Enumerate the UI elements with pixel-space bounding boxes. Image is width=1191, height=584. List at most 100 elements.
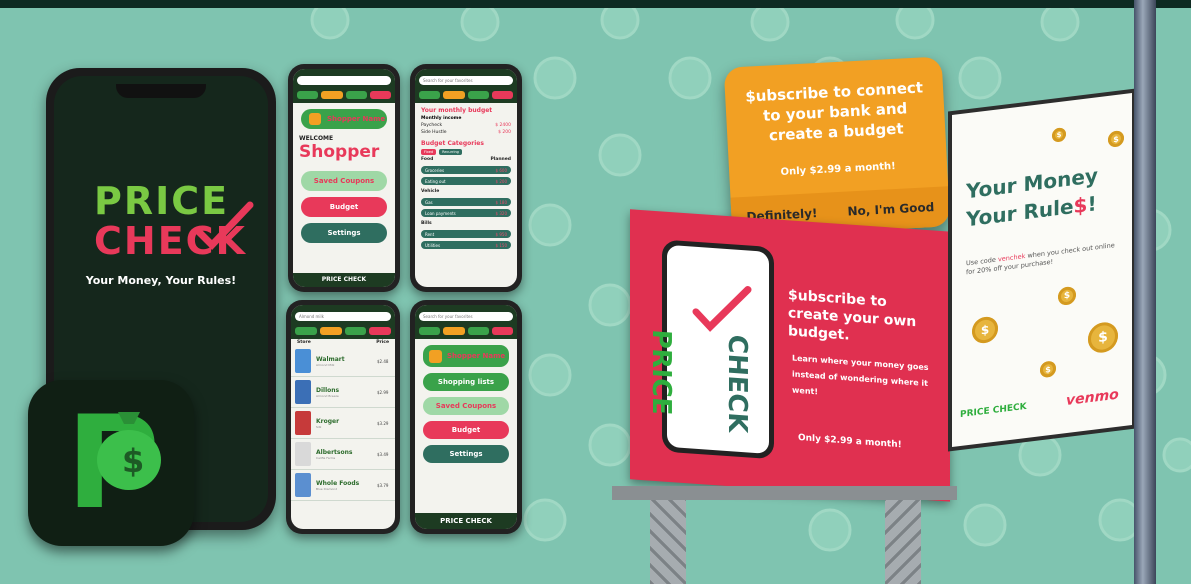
store-price: $3.49: [377, 451, 389, 457]
tab-budget[interactable]: [319, 327, 342, 335]
phone-notch: [116, 84, 206, 98]
shopper-card[interactable]: Shopper Name: [423, 345, 509, 367]
tab-budget[interactable]: [443, 327, 465, 335]
table-row[interactable]: Whole Foods Blue Diamond $3.79: [291, 470, 395, 501]
saved-coupons-button[interactable]: Saved Coupons: [301, 171, 387, 191]
table-row[interactable]: Walmart Almond Milk $2.48: [291, 346, 395, 377]
product-name: Silk: [316, 424, 322, 429]
vehicle-label: Vehicle: [421, 189, 440, 194]
food-header: Food Planned: [415, 156, 517, 163]
tab-check[interactable]: [345, 91, 367, 99]
budget-category[interactable]: Eating out $ 200: [421, 177, 511, 185]
categories-title: Budget Categories: [421, 140, 484, 147]
billboard-phone: PRICE CHECK: [646, 239, 774, 460]
search-input[interactable]: Almond milk: [295, 311, 391, 321]
planned-label: Planned: [490, 157, 511, 162]
chip-recurring[interactable]: Recurring: [439, 149, 462, 155]
phone-home-header: [293, 69, 395, 91]
budget-button[interactable]: Budget: [423, 421, 509, 439]
settings-button[interactable]: Settings: [423, 445, 509, 463]
income-row: Side Hustle $ 200: [415, 129, 517, 136]
category-value: $ 950: [495, 231, 507, 237]
budget-category[interactable]: Gas $ 180: [421, 198, 511, 206]
tab-check[interactable]: [344, 327, 367, 335]
category-value: $ 320: [495, 210, 507, 216]
store-name: Whole Foods: [316, 479, 360, 487]
saved-coupons-button[interactable]: Saved Coupons: [423, 397, 509, 415]
shopper-avatar: [309, 113, 321, 125]
tagline: Your Money, Your Rules!: [85, 274, 237, 287]
popup-text: $ubscribe to connect to your bank and cr…: [744, 78, 924, 145]
app-icon[interactable]: P $: [28, 380, 194, 546]
store-info: Whole Foods Blue Diamond: [316, 480, 359, 491]
category-value: $ 180: [495, 199, 507, 205]
table-row[interactable]: Kroger Silk $3.29: [291, 408, 395, 439]
results-header: Store Price: [291, 339, 395, 346]
category-name: Gas: [425, 199, 433, 205]
settings-button[interactable]: Settings: [301, 223, 387, 243]
phone-menu-header: Search for your favorites: [415, 305, 517, 327]
product-thumbnail: [295, 411, 311, 435]
category-value: $ 150: [495, 242, 507, 248]
tab-budget[interactable]: [443, 91, 465, 99]
phone-menu-tabs: [415, 327, 517, 339]
bills-header: Bills: [415, 220, 517, 227]
vehicle-header: Vehicle: [415, 188, 517, 195]
tab-menu[interactable]: [491, 327, 513, 335]
billboard-leg: [650, 500, 686, 584]
col-store: Store: [297, 340, 311, 345]
monthly-title: Your monthly budget: [421, 107, 493, 114]
search-input[interactable]: [297, 75, 391, 85]
subscribe-popup: $ubscribe to connect to your bank and cr…: [723, 56, 951, 238]
tab-check[interactable]: [467, 327, 489, 335]
store-price: $2.48: [377, 358, 389, 364]
store-price: $3.29: [377, 420, 389, 426]
search-input[interactable]: Search for your favorites: [419, 311, 513, 321]
table-row[interactable]: Albertsons Califia Farms $3.49: [291, 439, 395, 470]
category-chips: Fixed Recurring: [415, 148, 517, 156]
product-thumbnail: [295, 380, 311, 404]
billboard-leg: [885, 500, 921, 584]
headline-bang: !: [1087, 191, 1097, 217]
store-price: $2.99: [377, 389, 389, 395]
product-thumbnail: [295, 442, 311, 466]
category-name: Loan payments: [425, 210, 456, 216]
budget-category[interactable]: Loan payments $ 320: [421, 209, 511, 217]
tab-menu[interactable]: [369, 327, 391, 335]
welcome-label: WELCOME: [299, 135, 334, 142]
tab-shop[interactable]: [297, 91, 319, 99]
phone-menu: Search for your favorites Shopper Name S…: [410, 300, 522, 534]
tab-shop[interactable]: [295, 327, 317, 335]
chip-fixed[interactable]: Fixed: [421, 149, 437, 155]
store-info: Dillons Almond Breeze: [316, 387, 339, 398]
budget-category[interactable]: Groceries $ 600: [421, 166, 511, 174]
tab-menu[interactable]: [369, 91, 391, 99]
product-thumbnail: [295, 473, 311, 497]
tab-menu[interactable]: [491, 91, 513, 99]
budget-category[interactable]: Utilities $ 150: [421, 241, 511, 249]
billboard-pink: PRICE CHECK $ubscribe to create your own…: [618, 208, 950, 503]
budget-button[interactable]: Budget: [301, 197, 387, 217]
headline-dollar: $: [1073, 192, 1088, 219]
shopping-lists-button[interactable]: Shopping lists: [423, 373, 509, 391]
billboard-white: Your Money Your Rule$! Use code venchek …: [948, 88, 1136, 452]
product-name: Blue Diamond: [316, 486, 338, 491]
tab-budget[interactable]: [321, 91, 343, 99]
col-price: Price: [376, 340, 389, 345]
income-value: $ 200: [498, 130, 511, 135]
table-row[interactable]: Dillons Almond Breeze $2.99: [291, 377, 395, 408]
tab-shop[interactable]: [419, 327, 441, 335]
tab-shop[interactable]: [419, 91, 441, 99]
tab-check[interactable]: [467, 91, 489, 99]
product-name: Almond Breeze: [316, 393, 339, 398]
search-input[interactable]: Search for your favorites: [419, 75, 513, 85]
store-name: Dillons: [316, 386, 340, 394]
no-thanks-button[interactable]: No, I'm Good: [847, 200, 934, 219]
footer-logo: PRICE CHECK: [415, 513, 517, 529]
price-check-logo: PRICE CHECK: [94, 181, 254, 261]
shopper-card[interactable]: Shopper Name: [301, 109, 387, 129]
budget-category[interactable]: Rent $ 950: [421, 230, 511, 238]
welcome-block: WELCOME Shopper: [299, 135, 389, 165]
store-name: Walmart: [316, 355, 345, 363]
monthly-income-label: Monthly income: [421, 116, 462, 121]
